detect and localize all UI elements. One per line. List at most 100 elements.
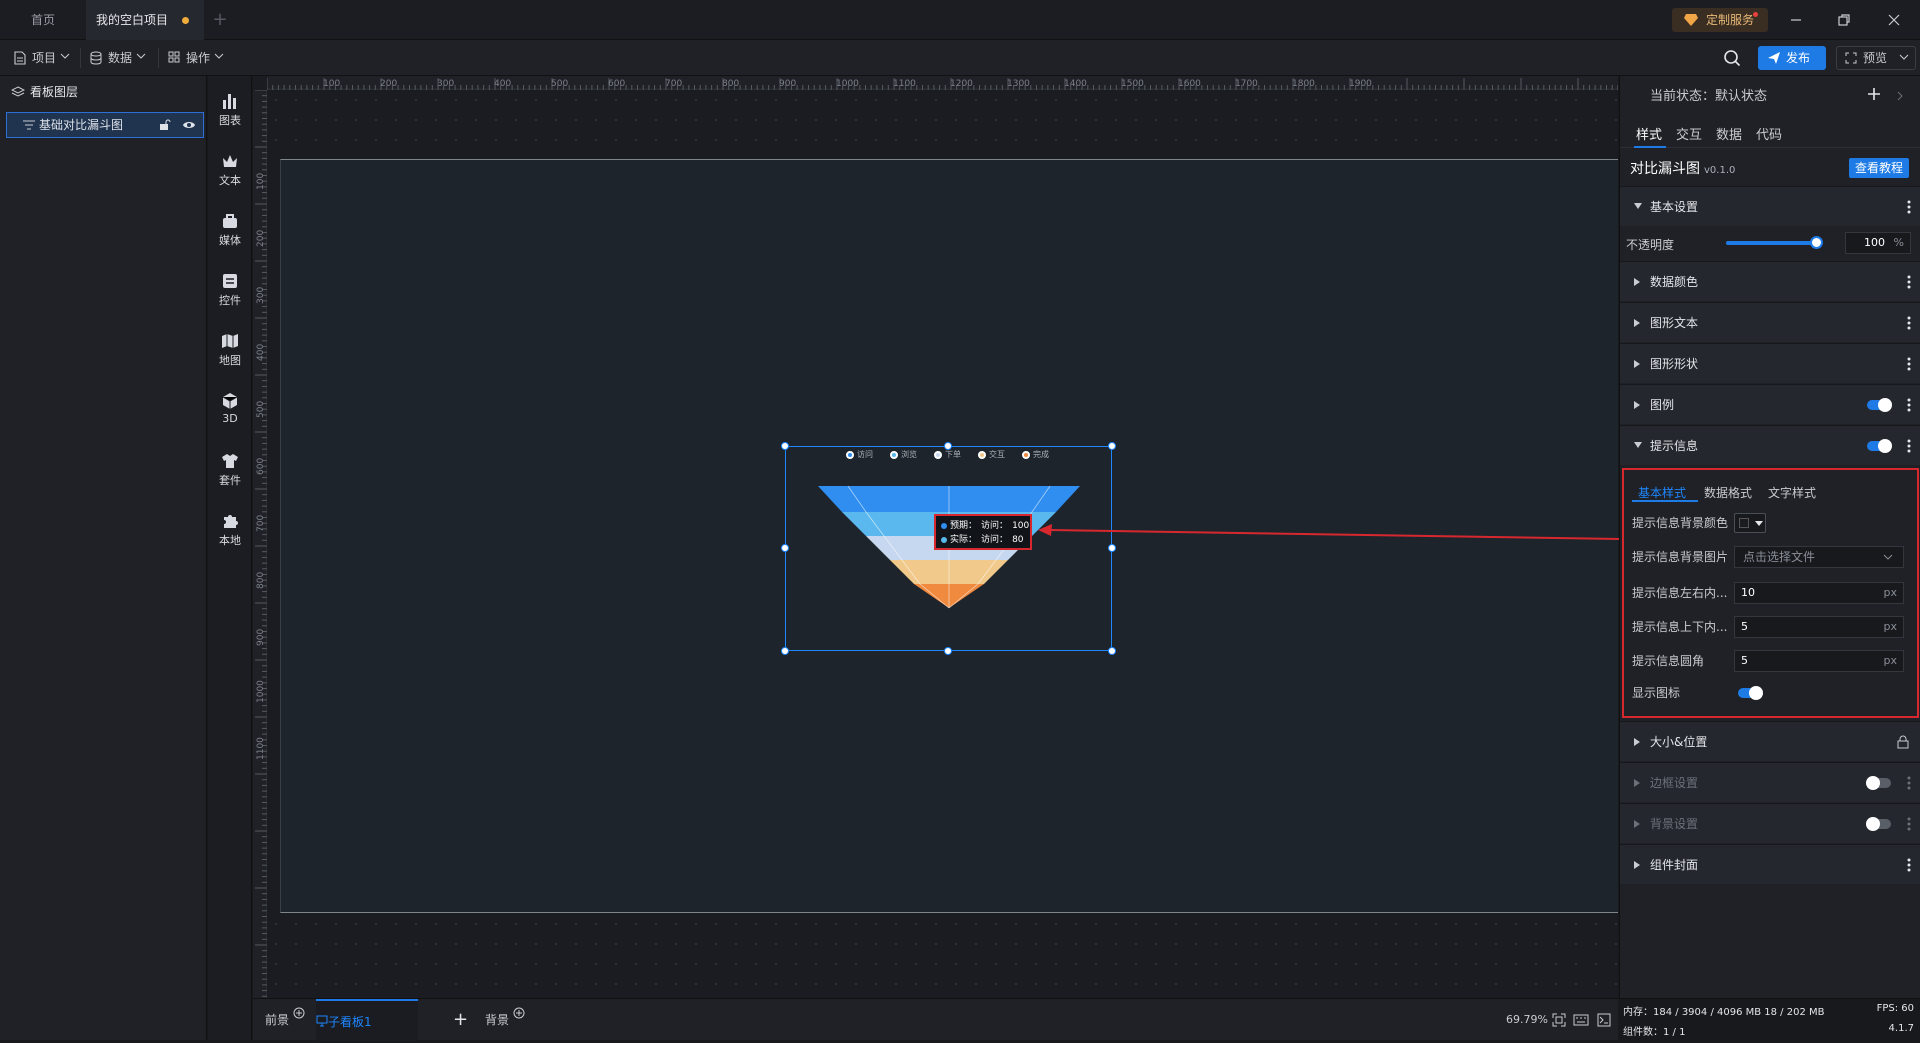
- more-icon[interactable]: [1907, 817, 1911, 831]
- opacity-label: 不透明度: [1626, 238, 1675, 252]
- padding-lr-input[interactable]: 10 px: [1734, 582, 1904, 604]
- resize-handle[interactable]: [1108, 544, 1116, 552]
- opacity-input[interactable]: 100%: [1845, 232, 1911, 254]
- lock-icon[interactable]: [1897, 735, 1909, 749]
- ruler-label: 400: [256, 344, 266, 361]
- comp-3d[interactable]: 3D: [208, 384, 252, 434]
- opacity-slider-handle[interactable]: [1810, 236, 1823, 249]
- comp-media[interactable]: 媒体: [208, 204, 252, 254]
- keyboard-icon[interactable]: [1573, 1014, 1589, 1026]
- legend-item[interactable]: 访问: [846, 449, 873, 461]
- show-icon-toggle[interactable]: [1738, 686, 1763, 700]
- menu-operation[interactable]: 操作: [164, 48, 224, 68]
- section-size-position[interactable]: 大小&位置: [1620, 721, 1920, 761]
- opacity-slider[interactable]: [1726, 241, 1816, 245]
- section-graph-text[interactable]: 图形文本: [1620, 302, 1920, 342]
- chevron-right-icon[interactable]: [1896, 91, 1904, 101]
- more-icon[interactable]: [1907, 776, 1911, 790]
- bg-image-select[interactable]: 点击选择文件: [1734, 546, 1904, 568]
- subtab-data-format[interactable]: 数据格式: [1704, 484, 1752, 501]
- legend-toggle[interactable]: [1867, 398, 1892, 412]
- menu-data[interactable]: 数据: [86, 48, 146, 68]
- bg-color-picker[interactable]: [1734, 513, 1766, 533]
- menu-data-label: 数据: [108, 51, 133, 65]
- toolbar-divider: [80, 48, 81, 68]
- tooltip-toggle[interactable]: [1867, 439, 1892, 453]
- file-icon: [14, 51, 26, 65]
- publish-button[interactable]: 发布: [1758, 46, 1826, 70]
- preview-button[interactable]: 预览: [1836, 46, 1916, 70]
- fit-screen-icon[interactable]: [1552, 1013, 1566, 1027]
- comp-map[interactable]: 地图: [208, 324, 252, 374]
- add-board-button[interactable]: +: [453, 999, 468, 1041]
- more-icon[interactable]: [1907, 200, 1911, 214]
- restore-button[interactable]: [1834, 10, 1854, 30]
- tab-background[interactable]: 背景: [485, 999, 509, 1041]
- add-tab-button[interactable]: +: [208, 0, 232, 40]
- comp-chart[interactable]: 图表: [208, 84, 252, 134]
- tab-code[interactable]: 代码: [1756, 124, 1782, 143]
- more-icon[interactable]: [1907, 275, 1911, 289]
- legend-item[interactable]: 交互: [978, 449, 1005, 461]
- more-icon[interactable]: [1907, 316, 1911, 330]
- comp-text[interactable]: 文本: [208, 144, 252, 194]
- eye-icon[interactable]: [183, 120, 195, 130]
- layer-item[interactable]: 基础对比漏斗图: [6, 112, 204, 138]
- legend-item[interactable]: 下单: [934, 449, 961, 461]
- custom-service-button[interactable]: 定制服务: [1672, 8, 1768, 32]
- add-state-icon[interactable]: [1866, 86, 1882, 102]
- tab-sub-board[interactable]: 子看板1: [316, 999, 418, 1041]
- resize-handle[interactable]: [944, 647, 952, 655]
- subtab-basic-style[interactable]: 基本样式: [1638, 484, 1686, 501]
- chevron-down-icon: [60, 53, 70, 59]
- border-toggle[interactable]: [1866, 776, 1891, 790]
- section-graph-shape[interactable]: 图形形状: [1620, 343, 1920, 383]
- comp-kit-label: 套件: [219, 474, 241, 487]
- terminal-icon[interactable]: [1597, 1013, 1611, 1027]
- add-circle-icon[interactable]: [513, 1007, 525, 1019]
- search-button[interactable]: [1722, 48, 1742, 68]
- tab-home[interactable]: 首页: [0, 0, 86, 40]
- tutorial-button[interactable]: 查看教程: [1849, 158, 1909, 178]
- background-toggle[interactable]: [1866, 817, 1891, 831]
- ruler-horizontal: 100 200 300 400 500 600 700 800 900 1000 1100 1200 1…: [267, 76, 1618, 90]
- section-legend[interactable]: 图例: [1620, 384, 1920, 424]
- section-data-color[interactable]: 数据颜色: [1620, 261, 1920, 301]
- ruler-label: 100: [256, 173, 266, 190]
- more-icon[interactable]: [1907, 398, 1911, 412]
- section-basic[interactable]: 基本设置: [1620, 186, 1920, 226]
- add-circle-icon[interactable]: [293, 1007, 305, 1019]
- tab-style[interactable]: 样式: [1636, 124, 1662, 143]
- search-icon: [1724, 50, 1741, 67]
- section-tooltip[interactable]: 提示信息: [1620, 425, 1920, 465]
- legend-item[interactable]: 完成: [1022, 449, 1049, 461]
- subtab-text-style[interactable]: 文字样式: [1768, 484, 1816, 501]
- opacity-value: 100: [1864, 236, 1885, 249]
- tab-foreground[interactable]: 前景: [265, 999, 289, 1041]
- comp-local[interactable]: 本地: [208, 504, 252, 554]
- resize-handle[interactable]: [781, 442, 789, 450]
- comp-control[interactable]: 控件: [208, 264, 252, 314]
- section-background[interactable]: 背景设置: [1620, 803, 1920, 843]
- section-cover[interactable]: 组件封面: [1620, 844, 1920, 884]
- resize-handle[interactable]: [1108, 647, 1116, 655]
- minimize-button[interactable]: [1786, 10, 1806, 30]
- resize-handle[interactable]: [781, 647, 789, 655]
- close-button[interactable]: [1884, 10, 1904, 30]
- legend-item[interactable]: 浏览: [890, 449, 917, 461]
- comp-kit[interactable]: 套件: [208, 444, 252, 494]
- padding-tb-input[interactable]: 5 px: [1734, 616, 1904, 638]
- radius-input[interactable]: 5 px: [1734, 650, 1904, 672]
- toolbar: 项目 数据 操作 发布 预览: [0, 40, 1920, 76]
- unit-label: px: [1883, 586, 1898, 599]
- more-icon[interactable]: [1907, 439, 1911, 453]
- menu-project[interactable]: 项目: [10, 48, 70, 68]
- more-icon[interactable]: [1907, 357, 1911, 371]
- tab-data[interactable]: 数据: [1716, 124, 1742, 143]
- resize-handle[interactable]: [1108, 442, 1116, 450]
- more-icon[interactable]: [1907, 858, 1911, 872]
- resize-handle[interactable]: [781, 544, 789, 552]
- section-border[interactable]: 边框设置: [1620, 762, 1920, 802]
- tab-interaction[interactable]: 交互: [1676, 124, 1702, 143]
- unlock-icon[interactable]: [159, 119, 171, 131]
